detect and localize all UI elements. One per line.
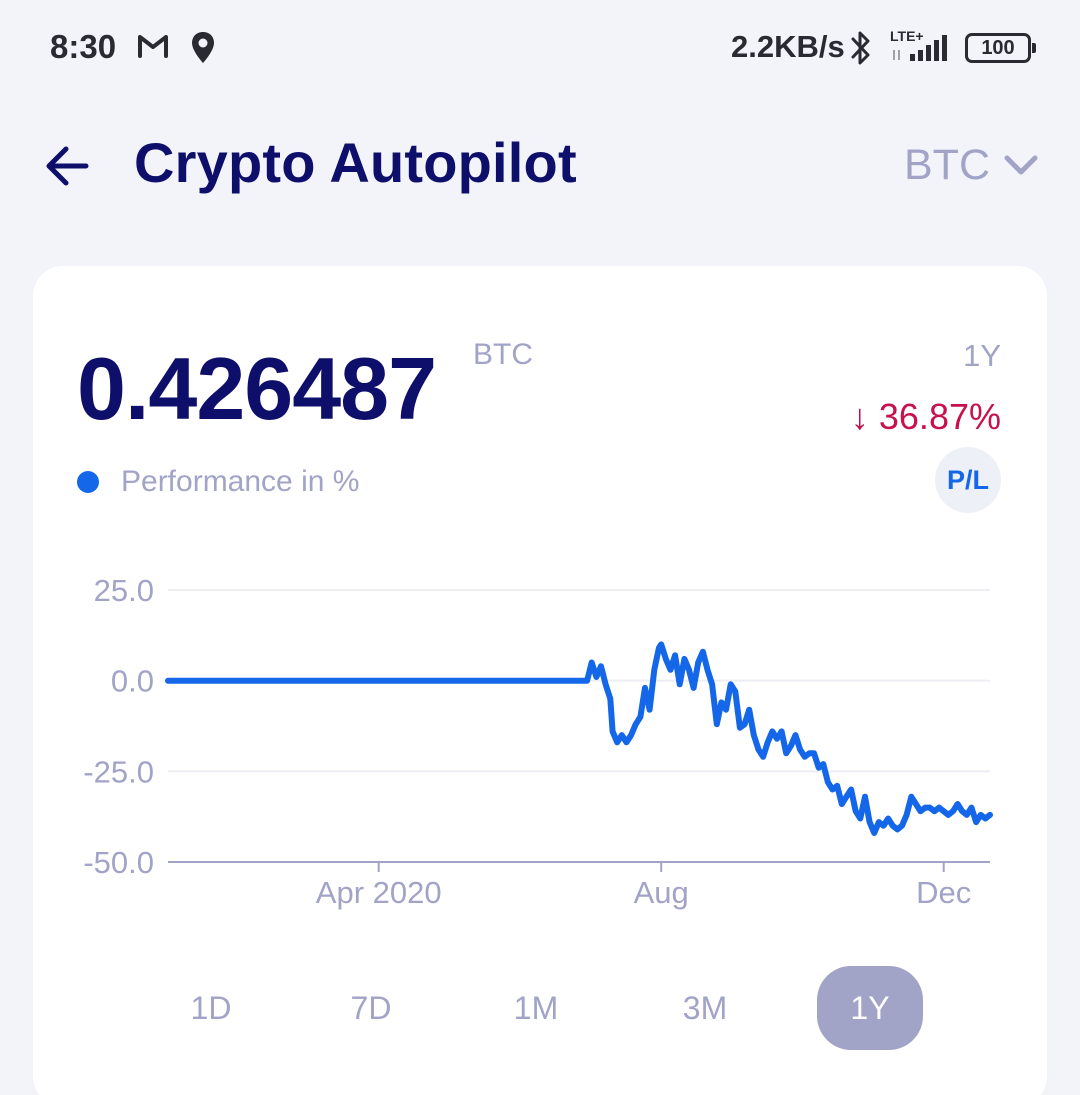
battery-icon: 100 [965,33,1036,63]
performance-chart: 25.0 0.0 -25.0 -50.0 Apr 2020 Aug Dec [83,573,993,910]
range-tab-1d[interactable]: 1D [166,966,256,1050]
y-tick-label: -50.0 [83,845,154,880]
range-tab-7d[interactable]: 7D [326,966,416,1050]
x-tick-label: Apr 2020 [316,875,442,910]
y-tick-label: 0.0 [111,664,154,699]
range-tab-3m[interactable]: 3M [660,966,750,1050]
currency-select[interactable]: BTC [904,140,1038,190]
bluetooth-icon [848,28,874,73]
location-icon [190,30,216,71]
performance-card: 0.426487 BTC 1Y ↓ 36.87% Performance in … [33,266,1047,1095]
battery-level: 100 [981,37,1015,59]
currency-label: BTC [904,140,990,189]
series-line [165,641,993,836]
network-speed: 2.2KB/s [731,29,845,64]
balance-value: 0.426487 [77,339,437,438]
x-tick-label: Dec [916,875,971,910]
y-tick-label: -25.0 [83,754,154,789]
range-tabs: 1D 7D 1M 3M 1Y [33,966,1047,1050]
change-value: ↓ 36.87% [850,396,1001,437]
chevron-down-icon [1004,155,1038,175]
status-time: 8:30 [50,28,117,65]
range-tab-1m[interactable]: 1M [491,966,581,1050]
x-tick-label: Aug [634,875,689,910]
page-title: Crypto Autopilot [134,131,577,194]
legend-label: Performance in % [121,465,360,498]
balance-unit: BTC [473,338,533,371]
signal-icon: LTE+ [888,26,954,71]
legend-dot [77,471,99,493]
back-arrow-icon [46,146,89,186]
gmail-icon [136,32,170,65]
network-type: LTE+ [890,28,924,44]
app-header: Crypto Autopilot BTC [0,110,1080,220]
pl-button[interactable]: P/L [935,447,1001,513]
status-bar: 8:30 2.2KB/s LTE+ 100 [0,0,1080,100]
y-tick-label: 25.0 [94,573,154,608]
back-button[interactable] [40,138,96,194]
range-tab-1y[interactable]: 1Y [817,966,923,1050]
period-label: 1Y [963,338,1001,373]
